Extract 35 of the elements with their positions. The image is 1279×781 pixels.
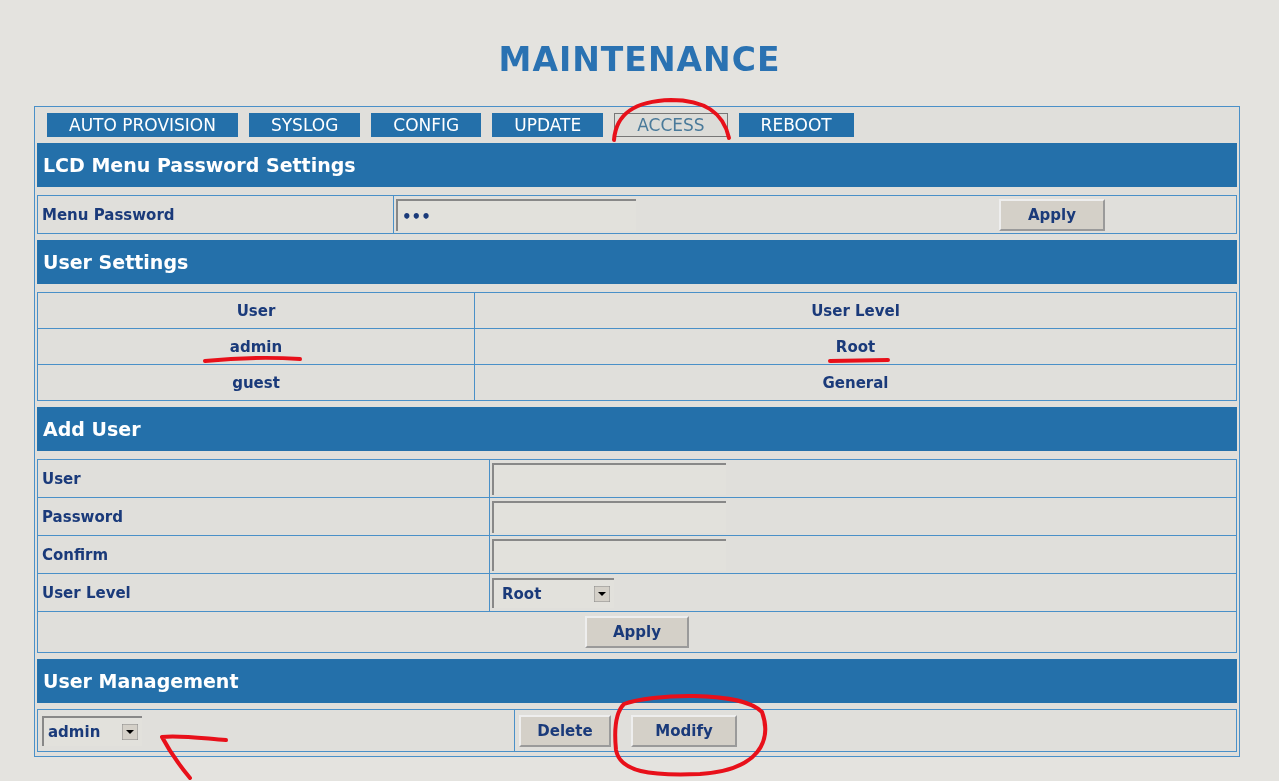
- tab[interactable]: UPDATE: [492, 113, 604, 137]
- tab[interactable]: REBOOT: [738, 113, 854, 137]
- input-field[interactable]: [492, 500, 726, 533]
- column-header: User Level: [811, 301, 900, 320]
- input-field[interactable]: [492, 538, 726, 571]
- dropdown-arrow-icon: [122, 723, 138, 740]
- field-label: User: [38, 460, 490, 497]
- input-field[interactable]: [492, 462, 726, 495]
- tab[interactable]: CONFIG: [371, 113, 482, 137]
- field-label: Menu Password: [38, 196, 394, 233]
- field-label: Confirm: [38, 536, 490, 573]
- user-dropdown[interactable]: admin: [42, 715, 142, 746]
- field-label: Password: [38, 498, 490, 535]
- user-name: guest: [232, 373, 280, 392]
- page-title: MAINTENANCE: [497, 40, 782, 79]
- tab[interactable]: AUTO PROVISION: [47, 113, 238, 137]
- user-level: General: [822, 373, 889, 392]
- section-header: User Management: [37, 659, 1237, 703]
- action-button[interactable]: Modify: [631, 714, 737, 747]
- apply-button[interactable]: Apply: [585, 616, 689, 648]
- level-dropdown[interactable]: Root: [492, 577, 614, 608]
- user-name: admin: [229, 337, 283, 356]
- field-label: User Level: [38, 574, 490, 611]
- section-header: Add User: [37, 407, 1237, 451]
- password-field[interactable]: •••: [396, 198, 636, 231]
- annotation-arrow: [160, 734, 228, 780]
- action-button[interactable]: Delete: [519, 714, 611, 747]
- dropdown-arrow-icon: [594, 585, 610, 602]
- annotation-underline: [828, 358, 890, 363]
- tab[interactable]: SYSLOG: [248, 113, 361, 137]
- apply-button[interactable]: Apply: [999, 198, 1105, 231]
- section-header: LCD Menu Password Settings: [37, 143, 1237, 187]
- section-header: User Settings: [37, 240, 1237, 284]
- user-level: Root: [835, 337, 876, 356]
- column-header: User: [236, 301, 276, 320]
